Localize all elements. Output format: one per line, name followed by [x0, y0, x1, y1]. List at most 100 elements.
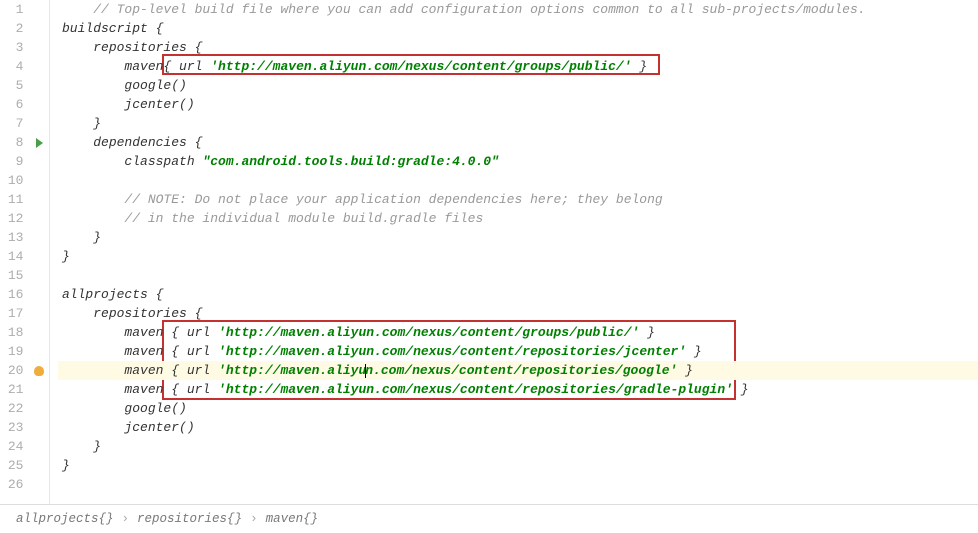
breadcrumb-item[interactable]: allprojects{}: [16, 512, 114, 526]
code-line[interactable]: }: [58, 456, 978, 475]
line-number: 13: [0, 230, 29, 245]
line-number: 15: [0, 268, 29, 283]
breadcrumb-item[interactable]: repositories{}: [137, 512, 242, 526]
token-identifier: }: [93, 230, 101, 245]
chevron-right-icon: ›: [122, 512, 130, 526]
code-line[interactable]: repositories {: [58, 304, 978, 323]
code-line[interactable]: }: [58, 228, 978, 247]
line-number: 5: [0, 78, 29, 93]
code-line[interactable]: [58, 266, 978, 285]
gutter-row: 23: [0, 418, 49, 437]
breadcrumb-item[interactable]: maven{}: [266, 512, 319, 526]
code-line[interactable]: jcenter(): [58, 95, 978, 114]
code-line[interactable]: classpath "com.android.tools.build:gradl…: [58, 152, 978, 171]
gutter-row: 19: [0, 342, 49, 361]
gutter-row: 12: [0, 209, 49, 228]
token-identifier: classpath: [124, 154, 202, 169]
code-line[interactable]: jcenter(): [58, 418, 978, 437]
token-comment: // Top-level build file where you can ad…: [93, 2, 865, 17]
line-number: 14: [0, 249, 29, 264]
gutter-row: 21: [0, 380, 49, 399]
run-icon[interactable]: [36, 138, 43, 148]
line-number: 4: [0, 59, 29, 74]
code-line[interactable]: buildscript {: [58, 19, 978, 38]
gutter-row: 4: [0, 57, 49, 76]
line-number: 20: [0, 363, 29, 378]
gutter-row: 6: [0, 95, 49, 114]
line-number: 10: [0, 173, 29, 188]
token-identifier: jcenter(): [124, 97, 194, 112]
token-string: 'http://maven.aliyun.com/nexus/content/r…: [218, 344, 686, 359]
line-number: 21: [0, 382, 29, 397]
bulb-icon[interactable]: [34, 366, 44, 376]
token-identifier: }: [93, 439, 101, 454]
code-line[interactable]: // in the individual module build.gradle…: [58, 209, 978, 228]
code-line[interactable]: maven{ url 'http://maven.aliyun.com/nexu…: [58, 57, 978, 76]
code-line[interactable]: }: [58, 114, 978, 133]
token-identifier: google(): [124, 401, 186, 416]
token-identifier: google(): [124, 78, 186, 93]
token-identifier: }: [639, 325, 655, 340]
code-line[interactable]: repositories {: [58, 38, 978, 57]
code-line[interactable]: maven { url 'http://maven.aliyun.com/nex…: [58, 361, 978, 380]
token-identifier: maven { url: [124, 325, 218, 340]
gutter-marker: [29, 138, 49, 148]
token-identifier: dependencies {: [93, 135, 202, 150]
gutter-row: 15: [0, 266, 49, 285]
token-identifier: }: [686, 344, 702, 359]
text-caret: [365, 364, 366, 378]
line-number: 6: [0, 97, 29, 112]
code-line[interactable]: // Top-level build file where you can ad…: [58, 0, 978, 19]
line-number: 11: [0, 192, 29, 207]
code-line[interactable]: google(): [58, 399, 978, 418]
token-identifier: }: [62, 249, 70, 264]
gutter-marker: [29, 366, 49, 376]
chevron-right-icon: ›: [250, 512, 258, 526]
code-line[interactable]: [58, 171, 978, 190]
gutter-row: 2: [0, 19, 49, 38]
gutter-row: 13: [0, 228, 49, 247]
code-line[interactable]: maven { url 'http://maven.aliyun.com/nex…: [58, 323, 978, 342]
code-line[interactable]: maven { url 'http://maven.aliyun.com/nex…: [58, 380, 978, 399]
gutter-row: 18: [0, 323, 49, 342]
token-identifier: maven { url: [124, 344, 218, 359]
code-line[interactable]: // NOTE: Do not place your application d…: [58, 190, 978, 209]
gutter-row: 25: [0, 456, 49, 475]
gutter-row: 3: [0, 38, 49, 57]
line-number: 26: [0, 477, 29, 492]
line-number: 1: [0, 2, 29, 17]
code-line[interactable]: maven { url 'http://maven.aliyun.com/nex…: [58, 342, 978, 361]
gutter-row: 17: [0, 304, 49, 323]
token-string: 'http://maven.aliyun.com/nexus/content/g…: [210, 59, 631, 74]
token-comment: // in the individual module build.gradle…: [124, 211, 483, 226]
gutter-row: 14: [0, 247, 49, 266]
gutter-row: 26: [0, 475, 49, 494]
token-string: 'http://maven.aliyun.com/nexus/content/g…: [218, 325, 639, 340]
token-identifier: repositories {: [93, 40, 202, 55]
line-number: 17: [0, 306, 29, 321]
token-identifier: }: [632, 59, 648, 74]
gutter-row: 24: [0, 437, 49, 456]
line-number: 9: [0, 154, 29, 169]
gutter-row: 11: [0, 190, 49, 209]
line-number: 12: [0, 211, 29, 226]
gutter-row: 7: [0, 114, 49, 133]
gutter-row: 22: [0, 399, 49, 418]
token-identifier: maven{ url: [124, 59, 210, 74]
line-number: 25: [0, 458, 29, 473]
code-area[interactable]: // Top-level build file where you can ad…: [50, 0, 978, 504]
line-number: 22: [0, 401, 29, 416]
token-identifier: }: [93, 116, 101, 131]
token-identifier: maven { url: [124, 382, 218, 397]
code-line[interactable]: allprojects {: [58, 285, 978, 304]
token-identifier: }: [733, 382, 749, 397]
code-line[interactable]: dependencies {: [58, 133, 978, 152]
token-identifier: buildscript {: [62, 21, 163, 36]
code-line[interactable]: }: [58, 437, 978, 456]
line-number: 7: [0, 116, 29, 131]
gutter-row: 5: [0, 76, 49, 95]
code-line[interactable]: }: [58, 247, 978, 266]
token-string: 'http://maven.aliyun.com/nexus/content/r…: [218, 382, 733, 397]
code-line[interactable]: [58, 475, 978, 494]
code-line[interactable]: google(): [58, 76, 978, 95]
